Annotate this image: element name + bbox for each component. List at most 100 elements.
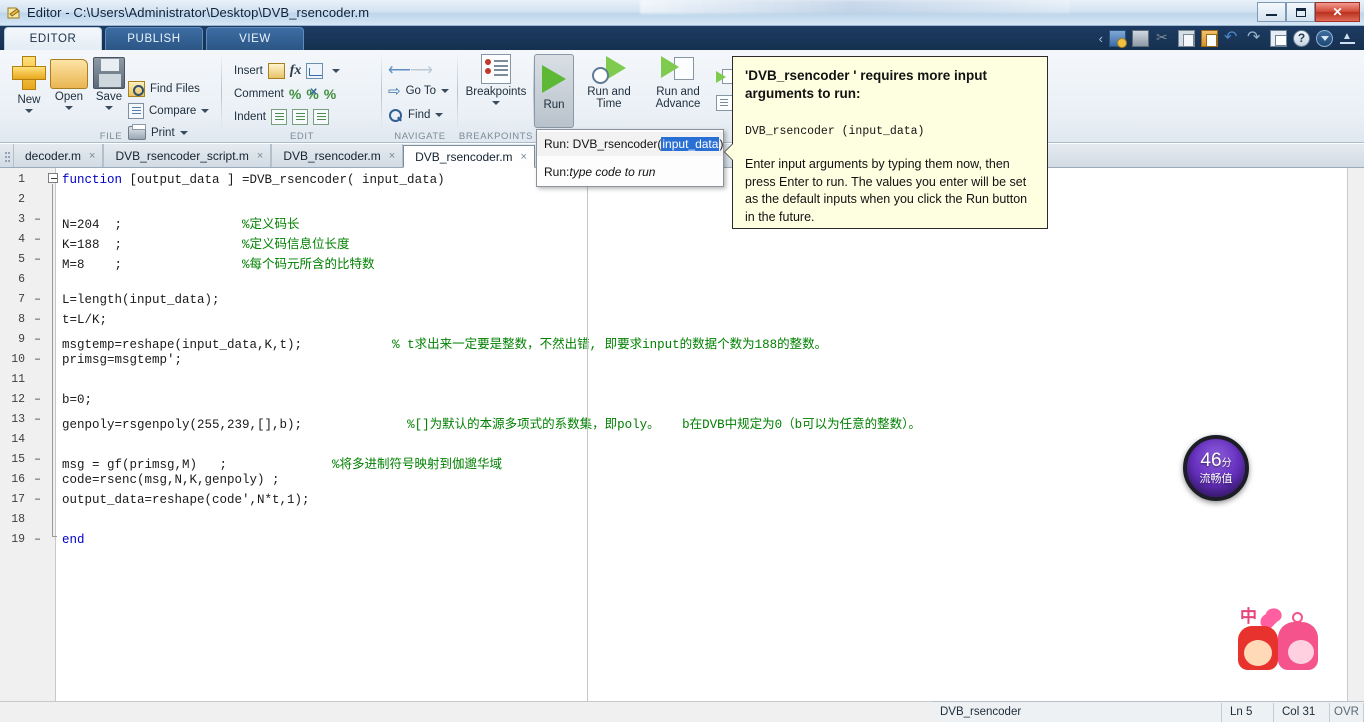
document-tab-decoder[interactable]: decoder.m ×	[13, 144, 104, 167]
navigate-arrows[interactable]	[388, 56, 427, 78]
insert-button[interactable]: Insert fx	[234, 60, 341, 82]
breakpoints-button[interactable]: Breakpoints	[465, 54, 527, 128]
smart-indent-icon[interactable]	[270, 109, 287, 125]
line-number: 12	[11, 393, 25, 406]
save-icon[interactable]	[1132, 29, 1149, 47]
wrap-comment-icon[interactable]: %	[324, 86, 336, 102]
executable-line-marker[interactable]: –	[34, 473, 41, 486]
run-menu-item-argument[interactable]: input_data	[661, 137, 720, 151]
code-line[interactable]: end	[62, 533, 85, 547]
executable-line-marker[interactable]: –	[34, 253, 41, 266]
minimize-button[interactable]	[1257, 2, 1286, 22]
redo-icon[interactable]	[1247, 27, 1264, 47]
code-line[interactable]: L=length(input_data);	[62, 293, 220, 307]
comment-percent-icon[interactable]: %	[289, 86, 301, 102]
horizontal-scrollbar[interactable]	[0, 701, 932, 722]
go-to-button[interactable]: Go To	[388, 80, 450, 102]
run-menu-item-typecode[interactable]: Run: type code to run	[537, 160, 723, 184]
executable-line-marker[interactable]: –	[34, 533, 41, 546]
document-tab-dvb-rsencoder-script[interactable]: DVB_rsencoder_script.m ×	[103, 144, 272, 167]
function-icon[interactable]: fx	[290, 63, 302, 79]
increase-indent-icon[interactable]	[291, 109, 308, 125]
document-tab-dvb-rsencoder-1[interactable]: DVB_rsencoder.m ×	[271, 144, 404, 167]
code-line[interactable]: output_data=reshape(code',N*t,1);	[62, 493, 310, 507]
find-caret-icon[interactable]	[435, 113, 444, 117]
run-button[interactable]: Run	[534, 54, 574, 128]
comment-button[interactable]: Comment % % %	[234, 83, 336, 105]
executable-line-marker[interactable]: –	[34, 413, 41, 426]
find-button[interactable]: Find	[388, 104, 444, 126]
performance-score-widget[interactable]: 46分 流畅值	[1183, 435, 1249, 501]
code-line[interactable]: msgtemp=reshape(input_data,K,t); % t求出来一…	[62, 333, 827, 352]
group-label-edit: EDIT	[289, 131, 315, 142]
find-files-button[interactable]: Find Files	[128, 78, 200, 100]
executable-line-marker[interactable]: –	[34, 233, 41, 246]
go-to-caret-icon[interactable]	[441, 89, 450, 93]
help-icon[interactable]: ?	[1293, 29, 1310, 47]
insert-caret-icon[interactable]	[332, 69, 341, 73]
code-line[interactable]: b=0;	[62, 393, 92, 407]
vertical-scrollbar[interactable]	[1347, 168, 1364, 701]
new-caret-icon[interactable]	[25, 109, 33, 113]
executable-line-marker[interactable]: –	[34, 293, 41, 306]
code-line[interactable]: t=L/K;	[62, 313, 107, 327]
status-overwrite-mode[interactable]: OVR	[1330, 702, 1364, 722]
close-button[interactable]: ✕	[1315, 2, 1360, 22]
decrease-indent-icon[interactable]	[312, 109, 329, 125]
switch-window-icon[interactable]	[1270, 29, 1287, 47]
cut-icon[interactable]	[1155, 29, 1172, 47]
code-text-area[interactable]: function [output_data ] =DVB_rsencoder( …	[56, 168, 1364, 701]
ime-mascot-widget[interactable]: 中	[1234, 600, 1326, 672]
paste-icon[interactable]	[1201, 29, 1218, 47]
tab-bar-grip-icon[interactable]	[3, 149, 11, 167]
close-icon[interactable]: ×	[521, 151, 527, 163]
run-and-advance-button[interactable]: Run and Advance	[642, 54, 714, 128]
code-line[interactable]: M=8 ; %每个码元所含的比特数	[62, 253, 375, 272]
code-line[interactable]: primsg=msgtemp';	[62, 353, 182, 367]
compare-caret-icon[interactable]	[201, 109, 210, 113]
executable-line-marker[interactable]: –	[34, 493, 41, 506]
indent-button[interactable]: Indent	[234, 106, 329, 128]
ribbon-tab-publish[interactable]: PUBLISH	[105, 27, 203, 50]
close-icon[interactable]: ×	[89, 150, 95, 162]
document-tab-dvb-rsencoder-2[interactable]: DVB_rsencoder.m ×	[403, 145, 535, 168]
ribbon-tab-editor[interactable]: EDITOR	[4, 27, 102, 50]
code-line[interactable]: K=188 ; %定义码信息位长度	[62, 233, 350, 252]
compare-button[interactable]: Compare	[128, 100, 210, 122]
executable-line-marker[interactable]: –	[34, 353, 41, 366]
close-icon[interactable]: ×	[257, 150, 263, 162]
insert-icon[interactable]	[267, 63, 285, 79]
copy-icon[interactable]	[1178, 29, 1195, 47]
breakpoints-label: Breakpoints	[465, 86, 527, 98]
executable-line-marker[interactable]: –	[34, 453, 41, 466]
run-menu-item-function[interactable]: Run: DVB_rsencoder(input_data)	[537, 132, 723, 156]
code-line[interactable]: msg = gf(primsg,M) ; %将多进制符号映射到伽邈华域	[62, 453, 502, 472]
close-icon[interactable]: ×	[389, 150, 395, 162]
code-line[interactable]: genpoly=rsgenpoly(255,239,[],b); %[]为默认的…	[62, 413, 921, 432]
code-line[interactable]: code=rsenc(msg,N,K,genpoly) ;	[62, 473, 280, 487]
open-caret-icon[interactable]	[65, 106, 73, 110]
ime-mode-indicator[interactable]: 中	[1240, 602, 1257, 627]
code-editor[interactable]: 1 2 3–4–5–6 7–8–9–10–11 12–13–14 15–16–17–18 1…	[0, 168, 1364, 701]
code-line[interactable]: function [output_data ] =DVB_rsencoder( …	[62, 173, 445, 187]
minimize-ribbon-icon[interactable]	[1339, 30, 1356, 47]
executable-line-marker[interactable]: –	[34, 213, 41, 226]
breakpoints-caret-icon[interactable]	[492, 101, 500, 105]
comment-label: Comment	[234, 88, 284, 100]
executable-line-marker[interactable]: –	[34, 393, 41, 406]
save-caret-icon[interactable]	[105, 106, 113, 110]
new-script-icon[interactable]	[1109, 29, 1127, 48]
customize-dropdown-icon[interactable]	[1316, 29, 1333, 47]
ribbon-tab-view[interactable]: VIEW	[206, 27, 304, 50]
code-line[interactable]: N=204 ; %定义码长	[62, 213, 300, 232]
undo-icon[interactable]	[1224, 27, 1241, 47]
plot-icon[interactable]	[306, 63, 324, 79]
uncomment-icon[interactable]: %	[306, 86, 318, 102]
run-and-time-button[interactable]: Run and Time	[578, 54, 640, 128]
title-bar: Editor - C:\Users\Administrator\Desktop\…	[0, 0, 1364, 26]
executable-line-marker[interactable]: –	[34, 313, 41, 326]
maximize-button[interactable]	[1286, 2, 1315, 22]
back-arrow-icon[interactable]	[388, 60, 405, 75]
executable-line-marker[interactable]: –	[34, 333, 41, 346]
tooltip-tail-fill	[725, 143, 734, 161]
